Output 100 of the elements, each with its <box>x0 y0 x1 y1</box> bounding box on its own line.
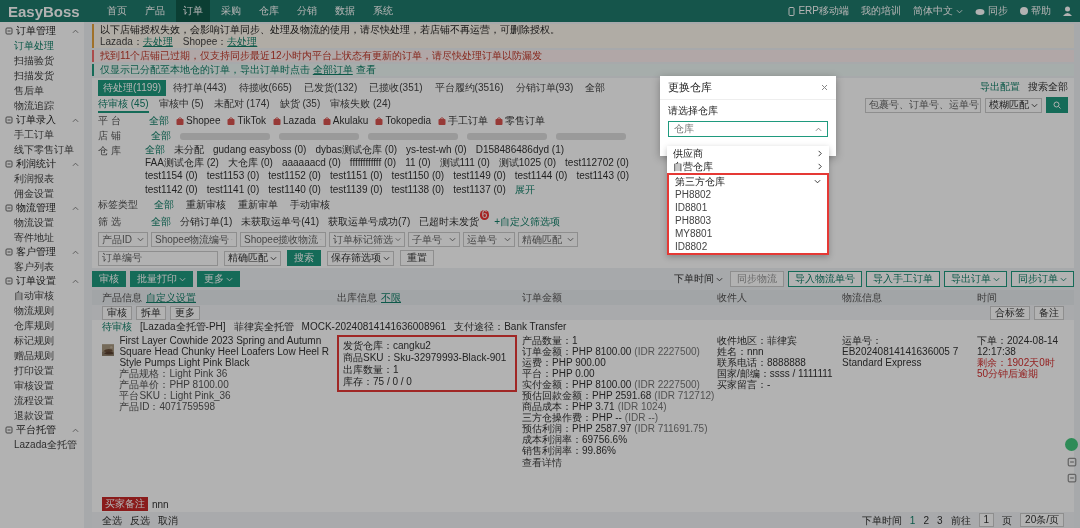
page-size-select[interactable]: 20条/页 <box>1020 513 1064 527</box>
nav-link[interactable]: 简体中文 <box>913 4 963 18</box>
warehouse-option[interactable]: test112702 (0) <box>565 157 629 169</box>
nav-item[interactable]: 数据 <box>328 0 362 22</box>
sidebar-item[interactable]: 赠品规则 <box>0 348 84 363</box>
filter-field[interactable]: 精确匹配 <box>518 232 578 247</box>
save-filter-select[interactable]: 保存筛选项 <box>327 250 394 266</box>
dropdown-option[interactable]: PH8803 <box>669 214 827 227</box>
platform-option[interactable]: 手工订单 <box>438 115 488 127</box>
nav-item[interactable]: 采购 <box>214 0 248 22</box>
page-link[interactable]: 1 <box>909 514 916 526</box>
sidebar-item[interactable]: 手工订单 <box>0 127 84 142</box>
platform-option[interactable]: Tokopedia <box>375 115 431 127</box>
fix-link[interactable]: 去处理 <box>142 36 173 47</box>
warehouse-option[interactable]: D158486486dyd (1) <box>475 144 565 156</box>
tag-option[interactable]: 全部 <box>154 199 174 211</box>
sidebar-group[interactable]: 平台托管 <box>0 423 84 437</box>
nav-item[interactable]: 仓库 <box>252 0 286 22</box>
page-link[interactable]: 3 <box>936 514 943 526</box>
platform-option[interactable]: TikTok <box>227 115 266 127</box>
dropdown-option[interactable]: ID8802 <box>669 240 827 253</box>
dropdown-option[interactable]: MY8801 <box>669 227 827 240</box>
warehouse-option[interactable]: FAA测试仓库 (2) <box>145 157 219 169</box>
nav-item[interactable]: 产品 <box>138 0 172 22</box>
page-link[interactable]: 2 <box>923 514 929 526</box>
nav-link[interactable]: ERP移动端 <box>788 4 849 18</box>
sidebar-item[interactable]: 佣金设置 <box>0 186 84 201</box>
export-config-link[interactable]: 导出配置 <box>980 80 1020 94</box>
sidebar-item[interactable]: Lazada全托管 <box>0 437 84 452</box>
toolbar-button[interactable]: 同步订单 <box>1011 271 1074 287</box>
filter-field[interactable]: Shopee物流编号 <box>151 232 237 247</box>
dropdown-option[interactable]: 供应商 <box>667 147 829 160</box>
sub-tab[interactable]: 审核中 (5) <box>158 97 204 113</box>
tag-option[interactable]: 手动审核 <box>290 199 330 211</box>
sidebar-item[interactable]: 售后单 <box>0 83 84 98</box>
status-tab[interactable]: 待打单(443) <box>168 80 232 96</box>
status-tab[interactable]: 分销订单(93) <box>510 80 579 96</box>
custom-filter-option[interactable]: 未获取运单号(41) <box>241 216 320 228</box>
sidebar-item[interactable]: 客户列表 <box>0 259 84 274</box>
custom-filter-option[interactable]: 全部 <box>151 216 171 228</box>
order-number-field[interactable]: 订单编号 <box>98 250 218 266</box>
select-action[interactable]: 全选 <box>102 514 122 526</box>
platform-option[interactable]: Lazada <box>273 115 316 127</box>
sub-tab[interactable]: 缺货 (35) <box>279 97 321 113</box>
sidebar-group[interactable]: 订单设置 <box>0 274 84 288</box>
filter-field[interactable]: 子单号 <box>408 232 460 247</box>
shop-option[interactable]: 全部 <box>151 130 171 142</box>
sidebar-group[interactable]: 利润统计 <box>0 157 84 171</box>
nav-item[interactable]: 系统 <box>366 0 400 22</box>
toolbar-button[interactable]: 导入手工订单 <box>866 271 940 287</box>
sidebar-item[interactable]: 物流追踪 <box>0 98 84 113</box>
status-tab[interactable]: 平台履约(3516) <box>429 80 509 96</box>
tag-option[interactable]: 重新审核 <box>186 199 226 211</box>
sidebar-item[interactable]: 仓库规则 <box>0 318 84 333</box>
search-scope[interactable]: 搜索全部 <box>1028 80 1068 94</box>
sub-tab[interactable]: 未配对 (174) <box>213 97 270 113</box>
tag-action-button[interactable]: 合标签 <box>990 305 1030 320</box>
warehouse-option[interactable]: test1153 (0) <box>206 170 260 182</box>
sidebar-group[interactable]: 物流管理 <box>0 201 84 215</box>
warehouse-option[interactable]: 全部 <box>145 144 165 156</box>
sidebar-group[interactable]: 订单录入 <box>0 113 84 127</box>
sidebar-item[interactable]: 寄件地址 <box>0 230 84 245</box>
sidebar-item[interactable]: 审核设置 <box>0 378 84 393</box>
select-action[interactable]: 反选 <box>130 514 150 526</box>
custom-filter-option[interactable]: 获取运单号成功(7) <box>328 216 411 228</box>
nav-item[interactable]: 首页 <box>100 0 134 22</box>
sidebar-item[interactable]: 线下零售订单 <box>0 142 84 157</box>
toolbar-button[interactable]: 导入物流单号 <box>788 271 862 287</box>
warehouse-option[interactable]: test1154 (0) <box>145 170 198 182</box>
warehouse-option[interactable]: test1149 (0) <box>453 170 506 182</box>
bulk-action-button[interactable]: 更多 <box>170 305 200 320</box>
sidebar-item[interactable]: 物流规则 <box>0 303 84 318</box>
sidebar-group[interactable]: 客户管理 <box>0 245 84 259</box>
warehouse-option[interactable]: ffffffffffff (0) <box>349 157 397 169</box>
platform-option[interactable]: Shopee <box>176 115 221 127</box>
warehouse-option[interactable]: aaaaaacd (0) <box>281 157 341 169</box>
warehouse-option[interactable]: 大仓库 (0) <box>227 157 273 169</box>
match-select[interactable]: 精确匹配 <box>224 250 281 266</box>
sidebar-item[interactable]: 流程设置 <box>0 393 84 408</box>
search-field[interactable]: 包裹号、订单号、运单号 <box>865 97 981 113</box>
dropdown-option[interactable]: 第三方仓库 <box>669 175 827 188</box>
nav-item[interactable]: 订单 <box>176 0 210 22</box>
warehouse-option[interactable]: 11 (0) <box>405 157 431 169</box>
tag-option[interactable]: 重新审单 <box>238 199 278 211</box>
fix-link[interactable]: 去处理 <box>227 36 258 47</box>
page-input[interactable]: 1 <box>978 513 995 527</box>
platform-option[interactable]: 全部 <box>149 115 169 127</box>
details-link[interactable]: 查看详情 <box>522 456 712 470</box>
warehouse-option[interactable]: test1138 (0) <box>391 184 445 196</box>
warehouse-option[interactable]: dybas测试仓库 (0) <box>315 144 398 156</box>
sidebar-item[interactable]: 订单处理 <box>0 38 84 53</box>
platform-option[interactable]: Akulaku <box>322 115 369 127</box>
add-filter-link[interactable]: +自定义筛选项 <box>494 215 561 229</box>
filter-field[interactable]: 订单标记筛选 <box>329 232 405 247</box>
sidebar-item[interactable]: 退款设置 <box>0 408 84 423</box>
search-button[interactable] <box>1046 97 1068 113</box>
warehouse-option[interactable]: 测试1025 (0) <box>498 157 557 169</box>
warehouse-option[interactable]: test1139 (0) <box>329 184 383 196</box>
close-icon[interactable] <box>821 84 828 91</box>
warehouse-option[interactable]: gudang easyboss (0) <box>213 144 307 156</box>
